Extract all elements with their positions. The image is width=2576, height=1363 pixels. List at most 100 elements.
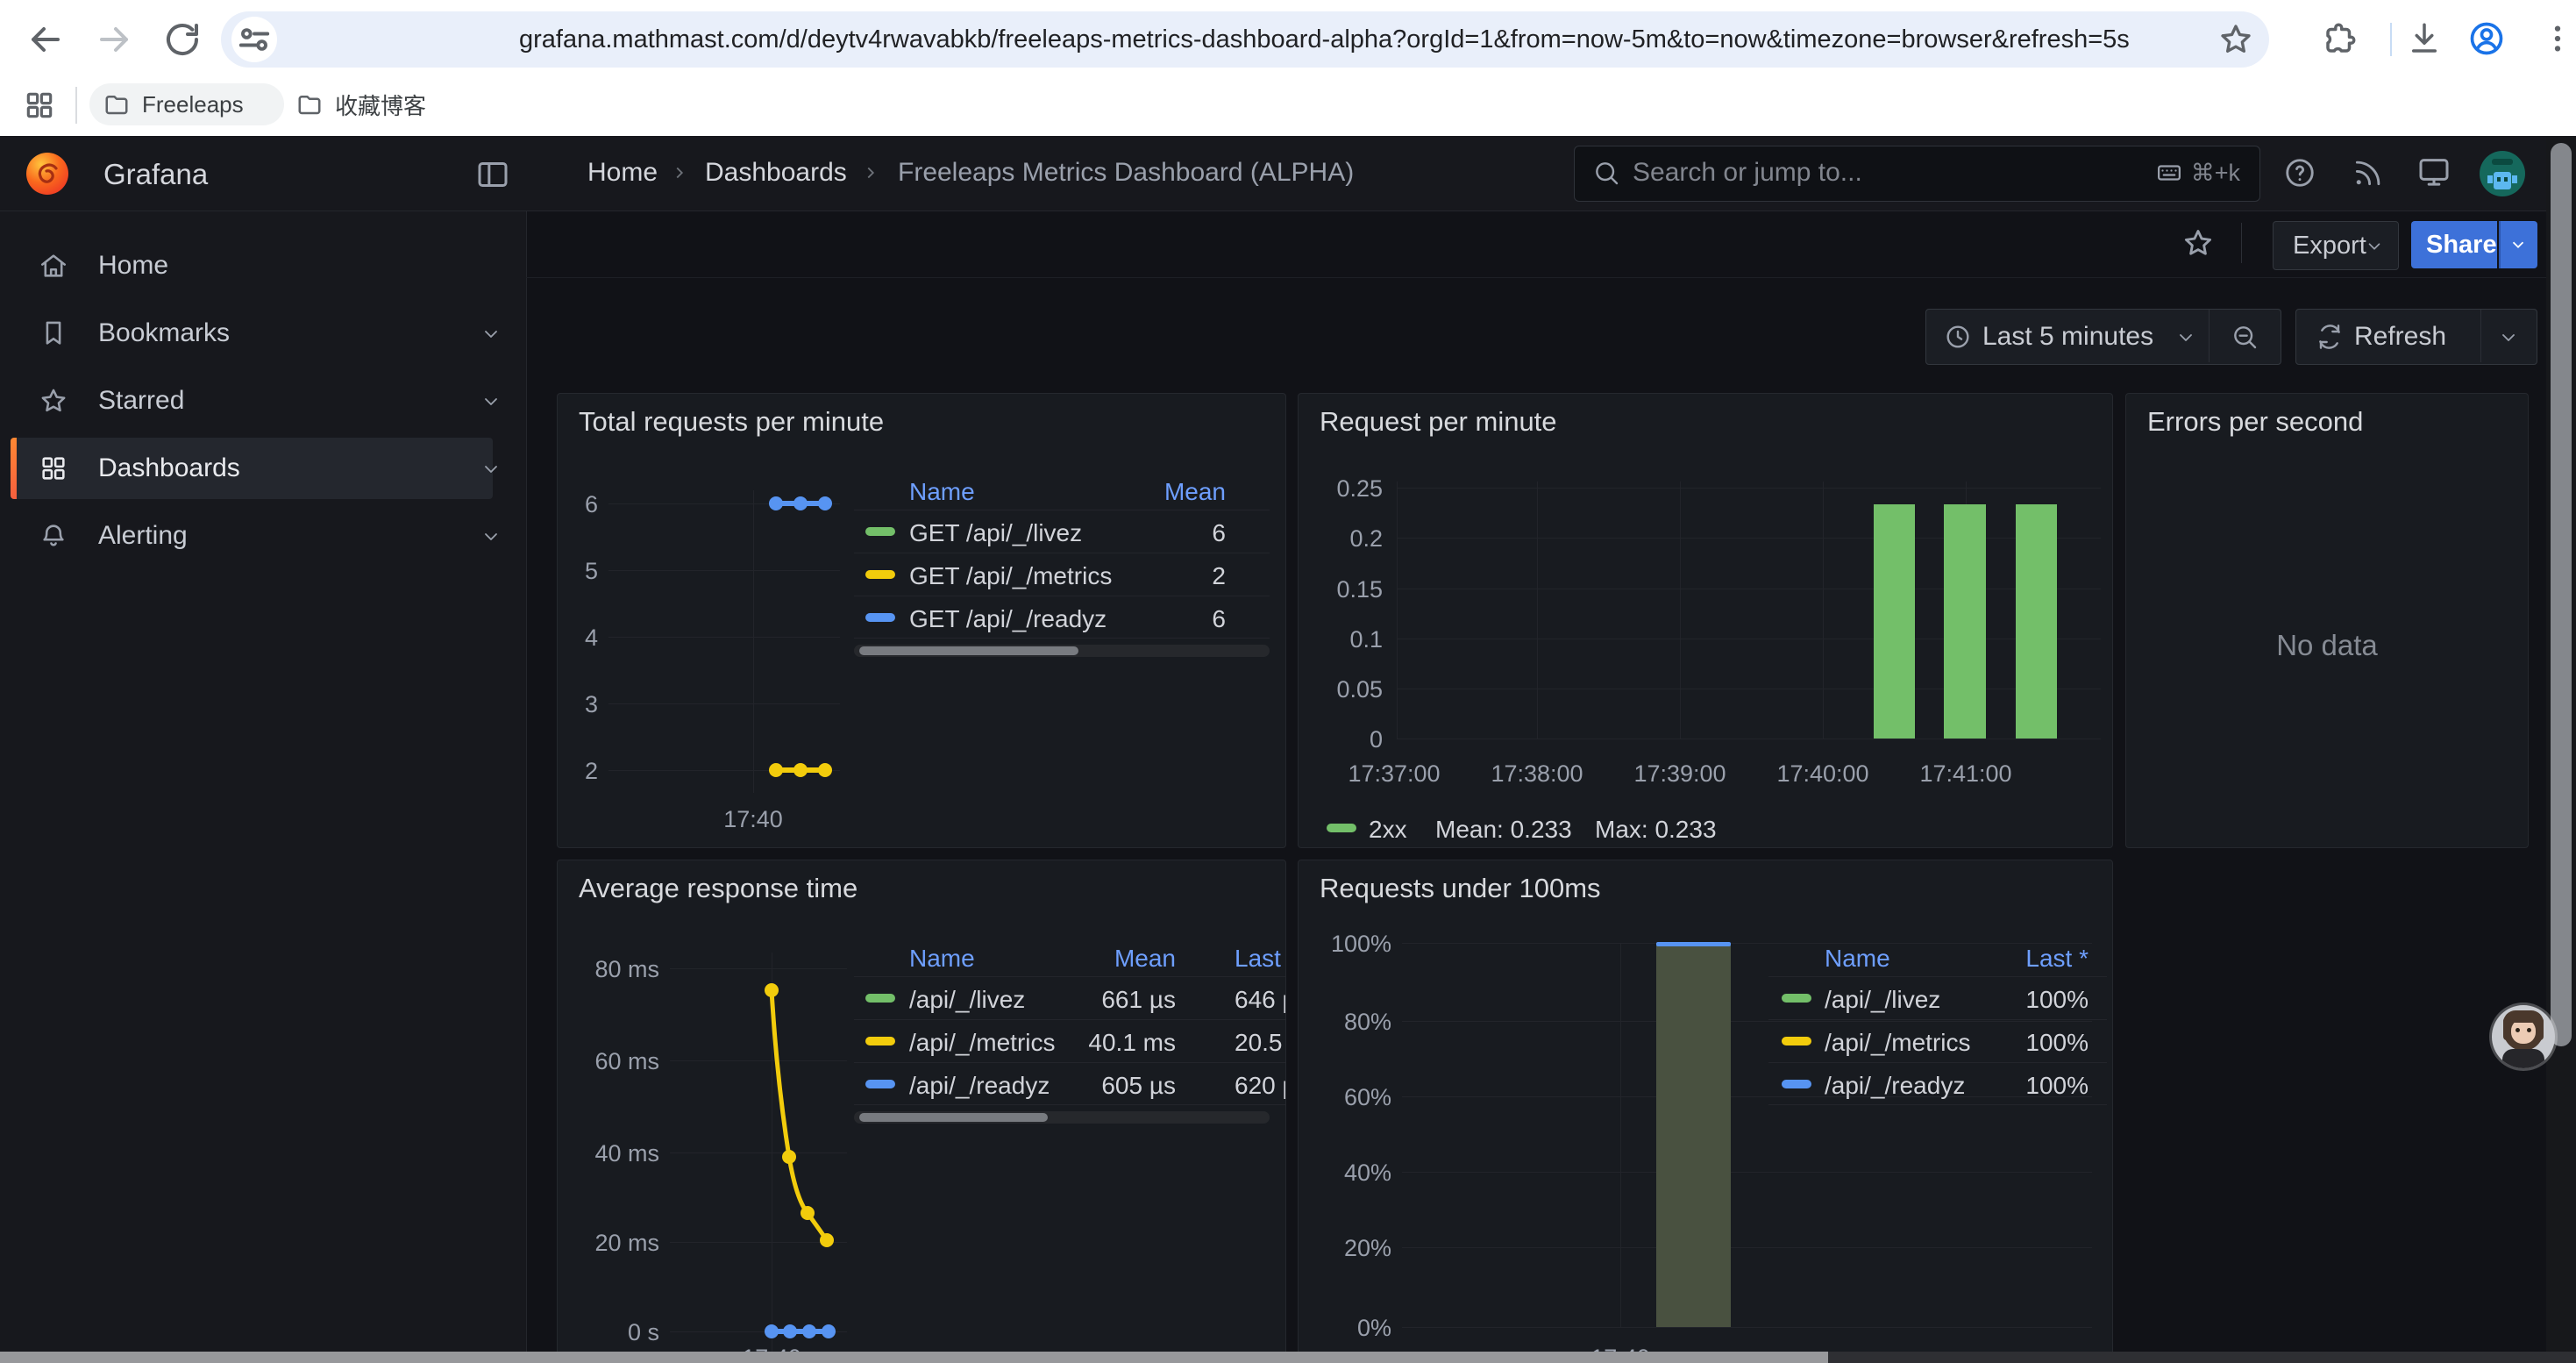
series-swatch xyxy=(865,1037,895,1045)
share-button[interactable]: Share xyxy=(2411,221,2497,268)
legend-header-last[interactable]: Last * xyxy=(1235,945,1286,973)
legend-scrollbar[interactable] xyxy=(854,645,1270,657)
y-tick: 0.2 xyxy=(1299,525,1383,553)
chevron-down-icon xyxy=(2175,327,2196,348)
sidebar-item-alerting[interactable]: Alerting xyxy=(0,505,526,567)
panel-title[interactable]: Requests under 100ms xyxy=(1320,873,1601,904)
chevron-down-icon[interactable] xyxy=(480,391,502,412)
panel-title[interactable]: Errors per second xyxy=(2147,406,2363,438)
y-tick: 80% xyxy=(1299,1009,1391,1036)
legend-row-value: 6 xyxy=(1050,519,1226,547)
gridline xyxy=(1680,482,1681,739)
back-button[interactable] xyxy=(25,18,67,61)
rss-news-icon[interactable] xyxy=(2352,156,2385,189)
y-tick: 4 xyxy=(558,624,598,652)
vertical-scrollbar[interactable] xyxy=(2546,136,2576,1363)
user-avatar[interactable] xyxy=(2480,151,2525,196)
reload-button[interactable] xyxy=(161,18,203,61)
panel-title[interactable]: Request per minute xyxy=(1320,406,1557,438)
apps-grid-icon[interactable] xyxy=(23,89,56,122)
legend-header-last[interactable]: Last * xyxy=(1913,945,2089,973)
y-tick: 0 xyxy=(1299,726,1383,753)
sidebar-item-starred[interactable]: Starred xyxy=(0,370,526,432)
bookmarks-divider xyxy=(75,87,77,124)
panel-title[interactable]: Total requests per minute xyxy=(579,406,884,438)
gridline xyxy=(1397,538,2101,539)
refresh-icon xyxy=(2316,323,2344,351)
gridline xyxy=(1397,482,1398,739)
clock-icon xyxy=(1944,323,1972,351)
sidebar-item-label: Starred xyxy=(98,386,184,416)
breadcrumb-current: Freeleaps Metrics Dashboard (ALPHA) xyxy=(898,158,1354,188)
refresh-button[interactable]: Refresh xyxy=(2296,310,2480,364)
breadcrumb-dashboards[interactable]: Dashboards xyxy=(705,158,847,188)
horizontal-scrollbar-thumb[interactable] xyxy=(0,1352,1828,1363)
bookmark-folder-freeleaps[interactable]: Freeleaps xyxy=(89,83,284,125)
legend-scrollbar-thumb[interactable] xyxy=(859,1113,1048,1122)
x-tick: 17:39:00 xyxy=(1610,760,1750,788)
data-point xyxy=(793,763,808,777)
legend-series-label[interactable]: 2xx xyxy=(1369,816,1407,844)
y-tick: 0% xyxy=(1299,1315,1391,1342)
chevron-down-icon[interactable] xyxy=(480,324,502,345)
zoom-out-time-button[interactable] xyxy=(2210,310,2280,364)
forward-button[interactable] xyxy=(93,18,135,61)
sidebar-item-bookmarks[interactable]: Bookmarks xyxy=(0,303,526,364)
refresh-label: Refresh xyxy=(2354,322,2446,352)
gridline xyxy=(1823,482,1824,739)
search-input[interactable]: Search or jump to... ⌘+k xyxy=(1574,146,2260,202)
legend-header-mean[interactable]: Mean xyxy=(1000,945,1176,973)
share-dropdown-button[interactable] xyxy=(2499,221,2537,268)
series-line-readyz xyxy=(772,1329,829,1334)
y-tick: 6 xyxy=(558,491,598,518)
data-point xyxy=(783,1324,797,1338)
bookmark-folder-blogs[interactable]: 收藏博客 xyxy=(282,83,426,125)
sidebar-item-dashboards[interactable]: Dashboards xyxy=(0,438,526,499)
horizontal-scrollbar[interactable] xyxy=(0,1352,2576,1363)
zoom-out-icon xyxy=(2231,323,2259,351)
refresh-group: Refresh xyxy=(2295,309,2537,365)
bookmark-folder-label: 收藏博客 xyxy=(335,89,426,121)
chevron-down-icon[interactable] xyxy=(480,459,502,480)
folder-icon xyxy=(296,91,323,118)
breadcrumb-chevron-icon xyxy=(670,163,689,182)
legend-row-value: 100% xyxy=(1913,986,2089,1014)
grafana-logo-icon[interactable] xyxy=(25,151,70,196)
monitor-kiosk-icon[interactable] xyxy=(2416,154,2451,189)
legend-scrollbar-thumb[interactable] xyxy=(859,646,1078,655)
legend-header-mean[interactable]: Mean xyxy=(1050,478,1226,506)
legend-header-name[interactable]: Name xyxy=(909,945,975,973)
gridline xyxy=(1402,1021,2092,1022)
data-point xyxy=(793,496,808,510)
export-button[interactable]: Export xyxy=(2273,221,2399,270)
vertical-scrollbar-thumb[interactable] xyxy=(2551,143,2572,1046)
url-text[interactable]: grafana.mathmast.com/d/deytv4rwavabkb/fr… xyxy=(519,11,2130,68)
bar-2xx xyxy=(2016,504,2057,739)
toolbar-divider xyxy=(2390,23,2392,56)
legend-scrollbar[interactable] xyxy=(854,1111,1270,1124)
legend-header-name[interactable]: Name xyxy=(1825,945,1890,973)
time-range-button[interactable]: Last 5 minutes xyxy=(1926,310,2209,364)
y-tick: 0.15 xyxy=(1299,576,1383,603)
help-icon[interactable] xyxy=(2283,156,2316,189)
legend-row-value: 2 xyxy=(1050,562,1226,590)
extensions-icon[interactable] xyxy=(2322,20,2359,57)
profile-icon[interactable] xyxy=(2467,19,2506,58)
chevron-down-icon xyxy=(2365,237,2384,256)
breadcrumb-home[interactable]: Home xyxy=(587,158,658,188)
assistant-avatar[interactable] xyxy=(2492,1005,2555,1068)
refresh-interval-dropdown[interactable] xyxy=(2481,310,2536,364)
dock-menu-icon[interactable] xyxy=(475,157,510,192)
chevron-down-icon[interactable] xyxy=(480,526,502,547)
y-tick: 0.05 xyxy=(1299,676,1383,703)
browser-menu-icon[interactable] xyxy=(2539,20,2576,57)
legend-header-name[interactable]: Name xyxy=(909,478,975,506)
legend-separator xyxy=(854,638,1270,639)
bookmark-star-icon[interactable] xyxy=(2218,22,2253,57)
downloads-icon[interactable] xyxy=(2406,20,2443,57)
address-bar[interactable]: grafana.mathmast.com/d/deytv4rwavabkb/fr… xyxy=(221,11,2269,68)
site-settings-icon[interactable] xyxy=(231,17,277,62)
star-dashboard-icon[interactable] xyxy=(2181,226,2215,260)
legend-separator xyxy=(1768,1104,2107,1105)
sidebar-item-home[interactable]: Home xyxy=(0,235,526,296)
